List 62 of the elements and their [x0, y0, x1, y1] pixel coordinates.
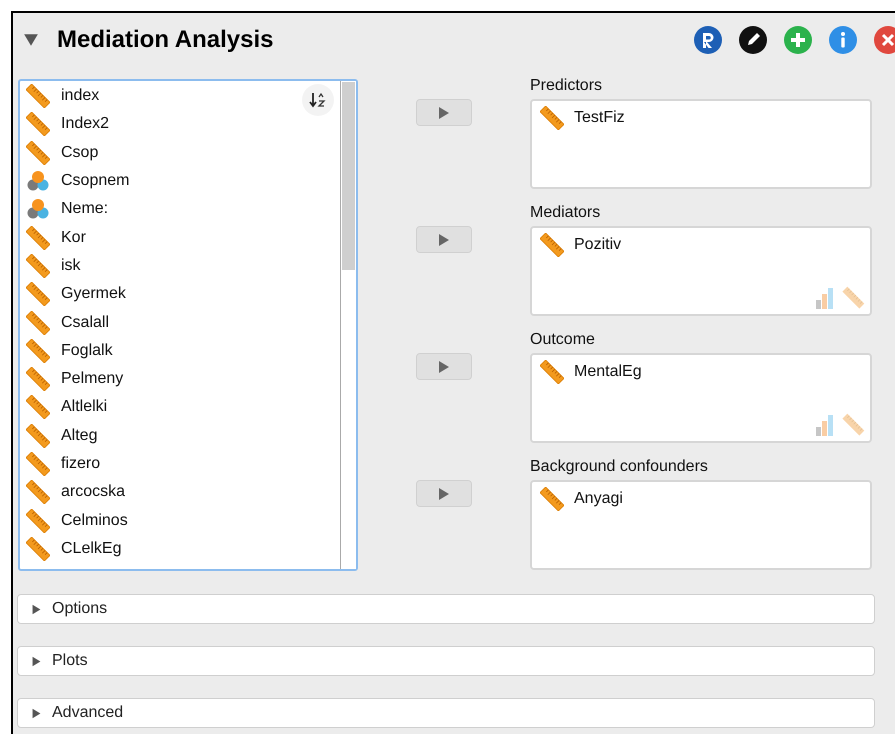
target-list[interactable]: Pozitiv	[530, 226, 872, 316]
move-button[interactable]	[416, 480, 472, 507]
variable-name[interactable]: Anyagi	[574, 487, 623, 511]
play-icon	[439, 234, 449, 246]
target-label: Predictors	[530, 77, 604, 96]
move-button[interactable]	[416, 99, 472, 126]
variable-name[interactable]: Gyermek	[61, 282, 126, 306]
variable-types-icon	[816, 286, 866, 310]
expand-arrow-icon[interactable]	[31, 604, 42, 614]
pencil-icon[interactable]	[738, 25, 768, 55]
nominal-icon	[26, 169, 50, 194]
variable-name[interactable]: MentalEg	[574, 360, 642, 384]
target-list[interactable]: Anyagi	[530, 480, 872, 570]
target-list[interactable]: MentalEg	[530, 353, 872, 443]
nominal-icon	[26, 197, 50, 222]
r-syntax-icon[interactable]	[693, 25, 723, 55]
target-list[interactable]: TestFiz	[530, 99, 872, 189]
section-label: Plots	[52, 651, 88, 671]
expand-arrow-icon[interactable]	[31, 656, 42, 666]
variable-name[interactable]: arcocska	[61, 480, 126, 504]
section-header[interactable]: Options	[17, 594, 875, 624]
play-icon	[439, 106, 449, 118]
panel-title: Mediation Analysis	[57, 25, 274, 55]
move-button[interactable]	[416, 353, 472, 380]
scrollbar[interactable]	[340, 81, 356, 569]
target-label: Background confounders	[530, 458, 709, 477]
play-icon	[439, 360, 449, 372]
variable-name[interactable]: Celminos	[61, 508, 128, 533]
variable-name[interactable]: Csopnem	[61, 169, 130, 194]
close-icon[interactable]	[873, 25, 895, 55]
variable-name[interactable]: isk	[61, 254, 81, 278]
variable-name[interactable]: Altlelki	[61, 395, 108, 420]
info-icon[interactable]	[828, 25, 858, 55]
scrollbar-thumb[interactable]	[342, 82, 355, 270]
variable-list[interactable]: index Index2 Csop Csopnem Neme: Kor isk Gyermek Csalall Foglalk Pelmeny Altlelki Alteg fizero arcocska Celminos CLelkEg	[18, 79, 358, 571]
collapse-arrow-icon[interactable]	[23, 32, 39, 48]
target-label: Mediators	[530, 204, 602, 223]
target-label: Outcome	[530, 331, 596, 350]
variable-name[interactable]: CLelkEg	[61, 536, 122, 561]
variable-name[interactable]: Pozitiv	[574, 233, 622, 257]
variable-types-icon	[816, 413, 866, 437]
variable-name[interactable]: Csalall	[61, 310, 110, 335]
variable-name[interactable]: Pelmeny	[61, 367, 124, 392]
section-header[interactable]: Advanced	[17, 698, 875, 728]
sort-button[interactable]	[302, 84, 334, 116]
variable-name[interactable]: Csop	[61, 140, 98, 165]
variable-name[interactable]: TestFiz	[574, 106, 625, 130]
variable-name[interactable]: Index2	[61, 112, 110, 136]
add-icon[interactable]	[783, 25, 813, 55]
section-header[interactable]: Plots	[17, 646, 875, 676]
sort-icon	[309, 91, 327, 109]
variable-name[interactable]: index	[61, 84, 100, 108]
move-button[interactable]	[416, 226, 472, 253]
variable-name[interactable]: Foglalk	[61, 338, 113, 363]
expand-arrow-icon[interactable]	[31, 708, 42, 718]
section-label: Advanced	[52, 703, 124, 723]
section-label: Options	[52, 599, 108, 619]
variable-name[interactable]: Neme:	[61, 197, 108, 222]
variable-name[interactable]: Kor	[61, 226, 86, 250]
variable-name[interactable]: Alteg	[61, 424, 98, 448]
play-icon	[439, 488, 449, 500]
variable-name[interactable]: fizero	[61, 452, 100, 476]
